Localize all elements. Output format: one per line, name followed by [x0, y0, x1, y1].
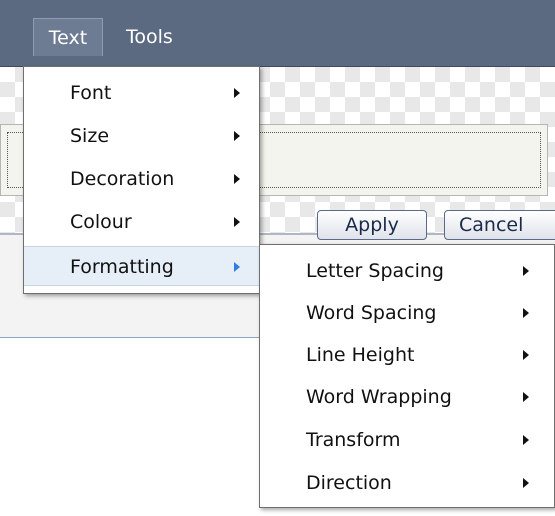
menu-item-label: Line Height	[306, 344, 415, 366]
menu-item-decoration[interactable]: Decoration	[24, 159, 259, 199]
menu-bar: Text Tools	[0, 0, 555, 67]
app-window: Text Tools Apply Cancel Font Size Decora…	[0, 0, 555, 516]
menu-text[interactable]: Text	[33, 18, 103, 56]
menu-item-word-wrapping[interactable]: Word Wrapping	[260, 377, 554, 417]
formatting-submenu: Letter Spacing Word Spacing Line Height …	[259, 244, 555, 508]
menu-item-word-spacing[interactable]: Word Spacing	[260, 293, 554, 333]
menu-item-line-height[interactable]: Line Height	[260, 335, 554, 375]
cancel-button[interactable]: Cancel	[444, 210, 555, 240]
menu-item-label: Colour	[70, 211, 132, 233]
menu-item-label: Size	[70, 125, 110, 147]
menu-item-label: Letter Spacing	[306, 260, 444, 282]
submenu-arrow-icon	[234, 262, 240, 272]
submenu-arrow-icon	[523, 350, 529, 360]
submenu-arrow-icon	[234, 217, 240, 227]
submenu-arrow-icon	[234, 131, 240, 141]
menu-item-label: Transform	[306, 429, 401, 451]
menu-item-letter-spacing[interactable]: Letter Spacing	[260, 251, 554, 291]
menu-item-colour[interactable]: Colour	[24, 202, 259, 242]
submenu-arrow-icon	[523, 392, 529, 402]
submenu-arrow-icon	[523, 308, 529, 318]
menu-item-direction[interactable]: Direction	[260, 463, 554, 503]
menu-item-size[interactable]: Size	[24, 116, 259, 156]
menu-item-label: Formatting	[70, 256, 174, 278]
menu-item-label: Font	[70, 82, 112, 104]
apply-button[interactable]: Apply	[317, 210, 427, 240]
submenu-arrow-icon	[523, 435, 529, 445]
menu-tools[interactable]: Tools	[118, 18, 181, 56]
text-dropdown-menu: Font Size Decoration Colour Formatting	[23, 66, 260, 294]
menu-item-label: Decoration	[70, 168, 175, 190]
menu-item-font[interactable]: Font	[24, 73, 259, 113]
submenu-arrow-icon	[523, 266, 529, 276]
menu-item-transform[interactable]: Transform	[260, 420, 554, 460]
submenu-arrow-icon	[523, 478, 529, 488]
menu-item-formatting[interactable]: Formatting	[24, 246, 259, 286]
menu-item-label: Word Spacing	[306, 302, 437, 324]
submenu-arrow-icon	[234, 174, 240, 184]
menu-item-label: Word Wrapping	[306, 386, 452, 408]
menu-item-label: Direction	[306, 472, 392, 494]
submenu-arrow-icon	[234, 88, 240, 98]
